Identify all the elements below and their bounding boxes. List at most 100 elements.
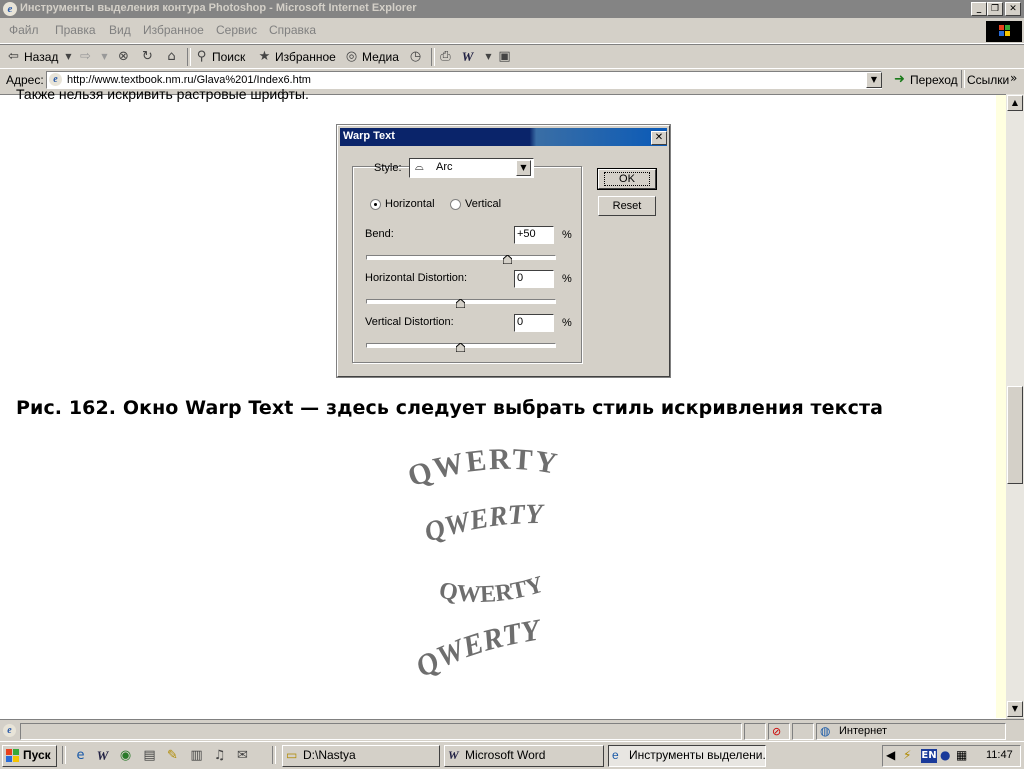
messenger-icon[interactable]: ▣ [497, 49, 512, 64]
horizontal-distortion-label: Horizontal Distortion: [365, 272, 468, 284]
windows-logo-icon [986, 21, 1022, 42]
style-value: Arc [436, 161, 453, 173]
language-indicator[interactable]: EN [921, 749, 937, 763]
address-url: http://www.textbook.nm.ru/Glava%201/Inde… [67, 74, 311, 86]
start-button[interactable]: Пуск [2, 745, 57, 767]
standard-toolbar: ⇦ Назад ▼ ⇨ ▼ ⊗ ↻ ⌂ ⚲ Поиск ★ Избранное … [0, 44, 1024, 69]
forward-arrow-icon[interactable]: ⇨ [78, 49, 93, 64]
restore-button[interactable]: ❐ [987, 2, 1003, 16]
refresh-icon[interactable]: ↻ [140, 49, 155, 64]
media-icon[interactable]: ◎ [344, 49, 359, 64]
media-button[interactable]: Медиа [362, 50, 399, 64]
figure-caption: Рис. 162. Окно Warp Text — здесь следует… [16, 397, 884, 419]
window-title-bar[interactable]: e Инструменты выделения контура Photosho… [0, 0, 1024, 18]
arc-style-icon: ⌓ [415, 161, 424, 173]
menu-bar: Файл Правка Вид Избранное Сервис Справка [0, 18, 1024, 44]
zone-label: Интернет [839, 725, 887, 737]
volume-icon[interactable]: ◀ [886, 748, 895, 762]
horizontal-distortion-slider-thumb [456, 299, 465, 308]
history-icon[interactable]: ◷ [408, 49, 423, 64]
start-label: Пуск [23, 748, 51, 762]
quicklaunch-app2-icon[interactable]: ▥ [189, 748, 204, 763]
vertical-scrollbar[interactable]: ▲ ▼ [1006, 94, 1024, 718]
word-edit-icon[interactable]: W [460, 49, 475, 64]
go-button[interactable]: Переход [910, 73, 958, 87]
scroll-thumb[interactable] [1007, 386, 1023, 484]
task-folder[interactable]: ▭ D:\Nastya [282, 745, 440, 767]
vertical-distortion-field: 0 [514, 314, 554, 332]
qwerty-sample-4: QWERTY [415, 618, 545, 684]
back-dropdown-icon[interactable]: ▼ [61, 49, 76, 64]
word-icon: W [448, 748, 459, 762]
search-button[interactable]: Поиск [212, 50, 245, 64]
vertical-label: Vertical [465, 198, 502, 210]
ok-button: OK [598, 169, 656, 189]
address-label: Адрес: [6, 73, 44, 87]
horizontal-distortion-field: 0 [514, 270, 554, 288]
quicklaunch-ie-icon[interactable]: e [73, 748, 88, 763]
reset-button: Reset [598, 196, 656, 216]
tray-app-icon[interactable]: ● [940, 748, 950, 762]
status-page-icon: e [3, 724, 16, 737]
scroll-down-icon[interactable]: ▼ [1007, 701, 1023, 717]
quicklaunch-app3-icon[interactable]: ♫ [212, 748, 227, 763]
quicklaunch-app4-icon[interactable]: ✉ [235, 748, 250, 763]
vertical-distortion-label: Vertical Distortion: [365, 316, 454, 328]
task-word[interactable]: W Microsoft Word [444, 745, 604, 767]
favorites-button[interactable]: Избранное [275, 50, 336, 64]
menu-view[interactable]: Вид [109, 23, 131, 37]
system-tray: ◀ ⚡ EN ● ▦ 11:47 [882, 745, 1021, 767]
quicklaunch-app-icon[interactable]: ✎ [165, 748, 180, 763]
clock[interactable]: 11:47 [986, 749, 1013, 761]
search-icon[interactable]: ⚲ [194, 49, 209, 64]
links-chevron-icon[interactable]: » [1010, 71, 1017, 85]
home-icon[interactable]: ⌂ [164, 49, 179, 64]
style-dropdown-icon: ▼ [516, 160, 531, 176]
back-arrow-icon[interactable]: ⇦ [6, 49, 21, 64]
menu-favorites[interactable]: Избранное [143, 23, 204, 37]
status-bar: e ⊘ ◍ Интернет [0, 719, 1024, 742]
edit-dropdown-icon[interactable]: ▼ [481, 49, 496, 64]
menu-help[interactable]: Справка [269, 23, 316, 37]
stop-icon[interactable]: ⊗ [116, 49, 131, 64]
back-button[interactable]: Назад [24, 50, 58, 64]
vertical-distortion-slider-thumb [456, 343, 465, 352]
page-side-strip [996, 95, 1006, 718]
status-zone-panel: ◍ Интернет [816, 723, 1006, 740]
quicklaunch-word-icon[interactable]: W [95, 748, 110, 763]
menu-file[interactable]: Файл [9, 23, 39, 37]
taskbar: Пуск e W ◉ ▤ ✎ ▥ ♫ ✉ ▭ D:\Nastya W Micro… [0, 741, 1024, 769]
ie-icon: e [3, 2, 17, 16]
bend-slider [366, 255, 556, 260]
quicklaunch-media-icon[interactable]: ◉ [118, 748, 133, 763]
task-word-label: Microsoft Word [465, 748, 546, 762]
power-icon[interactable]: ⚡ [903, 748, 911, 762]
bend-label: Bend: [365, 228, 394, 240]
address-dropdown-icon[interactable]: ▼ [866, 72, 882, 88]
task-ie[interactable]: e Инструменты выделени... [608, 745, 766, 767]
close-button[interactable]: ✕ [1005, 2, 1021, 16]
links-button[interactable]: Ссылки [967, 73, 1009, 87]
go-arrow-icon[interactable]: ➜ [892, 72, 907, 87]
menu-edit[interactable]: Правка [55, 23, 96, 37]
menu-tools[interactable]: Сервис [216, 23, 257, 37]
bend-percent: % [562, 229, 572, 241]
print-icon[interactable]: ⎙ [438, 49, 453, 64]
svg-text:QWERTY: QWERTY [437, 572, 547, 608]
scroll-up-icon[interactable]: ▲ [1007, 95, 1023, 111]
style-select: ⌓ Arc ▼ [409, 158, 534, 178]
ok-label: OK [604, 172, 650, 186]
tray-app2-icon[interactable]: ▦ [956, 748, 967, 762]
forward-dropdown-icon[interactable]: ▼ [97, 49, 112, 64]
favorites-icon[interactable]: ★ [257, 49, 272, 64]
vertical-distortion-percent: % [562, 317, 572, 329]
svg-text:QWERTY: QWERTY [404, 445, 561, 493]
minimize-button[interactable]: _ [971, 2, 987, 16]
status-panel-3: ⊘ [768, 723, 790, 740]
vertical-radio [450, 199, 461, 210]
warp-text-dialog: Warp Text ✕ Style: ⌓ Arc ▼ Horizontal Ve… [337, 125, 670, 377]
status-text-panel [20, 723, 742, 740]
quicklaunch-desktop-icon[interactable]: ▤ [142, 748, 157, 763]
bend-field: +50 [514, 226, 554, 244]
dialog-title: Warp Text [343, 130, 395, 142]
